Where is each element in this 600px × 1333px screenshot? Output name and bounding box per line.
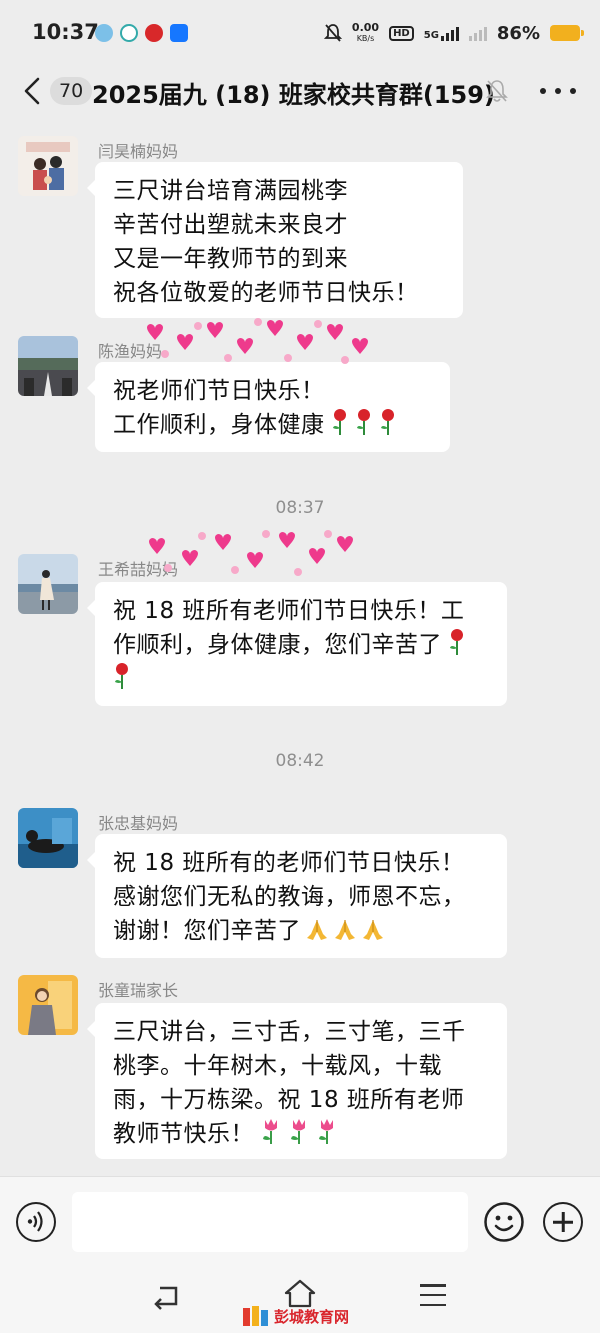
pray-icon (305, 916, 329, 942)
mute-bell-icon (323, 24, 342, 42)
network-speed: 0.00 KB/s (352, 22, 379, 44)
message-line: 三尺讲台培育满园桃李 (113, 178, 348, 204)
message-bubble[interactable]: 三尺讲台培育满园桃李 辛苦付出塑就未来良才 又是一年教师节的到来 祝各位敬爱的老… (87, 162, 463, 318)
system-menu-icon[interactable] (420, 1284, 446, 1306)
system-back-icon[interactable] (150, 1282, 182, 1310)
message-line: 祝老师们节日快乐！ (113, 378, 325, 404)
message-line: 辛苦付出塑就未来良才 (113, 212, 348, 238)
message-bubble[interactable]: 祝 18 班所有的老师们节日快乐！ 感谢您们无私的教诲，师恩不忘， 谢谢！您们辛… (87, 834, 507, 958)
battery-percent: 86% (496, 22, 540, 44)
timestamp: 08:42 (275, 751, 325, 771)
message-line: 谢谢！您们辛苦了 (113, 918, 301, 944)
message-input[interactable] (72, 1192, 468, 1252)
rose-icon (448, 628, 466, 656)
rose-icon (331, 408, 349, 436)
message-line: 感谢您们无私的教诲，师恩不忘， (113, 884, 466, 910)
network-speed-value: 0.00 (351, 21, 380, 34)
message-line: 又是一年教师节的到来 (113, 246, 348, 272)
chat-header: 70 2025届九 (18) 班家校共育群(159) (0, 66, 600, 118)
emoji-icon[interactable] (484, 1202, 524, 1242)
message-line: 三尺讲台，三寸舌，三寸笔，三千 (113, 1019, 466, 1045)
avatar[interactable] (18, 808, 78, 868)
watermark-text: 彭城教育网 (274, 1307, 350, 1326)
avatar[interactable] (18, 975, 78, 1035)
network-speed-unit: KB/s (356, 34, 375, 43)
rose-icon (113, 662, 131, 690)
message-line: 祝 18 班所有老师们节日快乐！工 (113, 598, 465, 624)
message-line: 教师节快乐！ (113, 1121, 254, 1147)
app-notification-icon-3 (145, 24, 163, 42)
app-notification-icon-1 (95, 24, 113, 42)
tulip-icon (288, 1117, 310, 1145)
pray-icon (333, 916, 357, 942)
watermark-logo-icon (243, 1306, 268, 1326)
network-type: 5G (423, 30, 439, 41)
muted-bell-icon (486, 80, 508, 102)
more-options-icon[interactable] (540, 77, 576, 105)
unread-count-badge[interactable]: 70 (50, 77, 93, 105)
chat-input-bar (0, 1176, 600, 1269)
signal-icon (440, 25, 459, 41)
status-bar: 10:37 0.00 KB/s HD 5G 86% (0, 0, 600, 66)
status-time: 10:37 (32, 20, 99, 44)
message-bubble[interactable]: 祝 18 班所有老师们节日快乐！工 作顺利，身体健康，您们辛苦了 (87, 582, 507, 706)
system-navigation-bar: 彭城教育网 (0, 1268, 600, 1333)
battery-icon (550, 25, 584, 41)
message-line: 祝各位敬爱的老师节日快乐！ (113, 280, 419, 306)
rose-icon (355, 408, 373, 436)
sender-name: 张忠基妈妈 (98, 814, 179, 833)
message-line: 雨，十万栋梁。祝 18 班所有老师 (113, 1087, 465, 1113)
sender-name: 张童瑞家长 (98, 981, 179, 1000)
sender-name: 陈渔妈妈 (98, 342, 163, 361)
message-bubble[interactable]: 三尺讲台，三寸舌，三寸笔，三千 桃李。十年树木，十载风，十载 雨，十万栋梁。祝 … (87, 1003, 507, 1159)
message-line: 桃李。十年树木，十载风，十载 (113, 1053, 442, 1079)
sender-name: 王希喆妈妈 (98, 560, 179, 579)
avatar[interactable] (18, 336, 78, 396)
timestamp: 08:37 (275, 498, 325, 518)
message-line: 祝 18 班所有的老师们节日快乐！ (113, 850, 465, 876)
message-line: 作顺利，身体健康，您们辛苦了 (113, 632, 442, 658)
avatar[interactable] (18, 136, 78, 196)
tulip-icon (316, 1117, 338, 1145)
app-notification-icon-2 (120, 24, 138, 42)
voice-input-icon[interactable] (16, 1202, 56, 1242)
pray-icon (361, 916, 385, 942)
hd-badge: HD (389, 25, 414, 41)
sender-name: 闫昊楠妈妈 (98, 142, 179, 161)
alipay-icon (170, 24, 188, 42)
chat-title: 2025届九 (18) 班家校共育群(159) (92, 81, 495, 109)
message-line: 工作顺利，身体健康 (113, 412, 325, 438)
signal-icon-secondary (468, 25, 487, 41)
tulip-icon (260, 1117, 282, 1145)
more-functions-plus-icon[interactable] (543, 1202, 583, 1242)
rose-icon (379, 408, 397, 436)
watermark: 彭城教育网 (242, 1304, 349, 1328)
message-bubble[interactable]: 祝老师们节日快乐！ 工作顺利，身体健康 (87, 362, 450, 452)
avatar[interactable] (18, 554, 78, 614)
back-arrow-icon[interactable] (20, 76, 44, 106)
